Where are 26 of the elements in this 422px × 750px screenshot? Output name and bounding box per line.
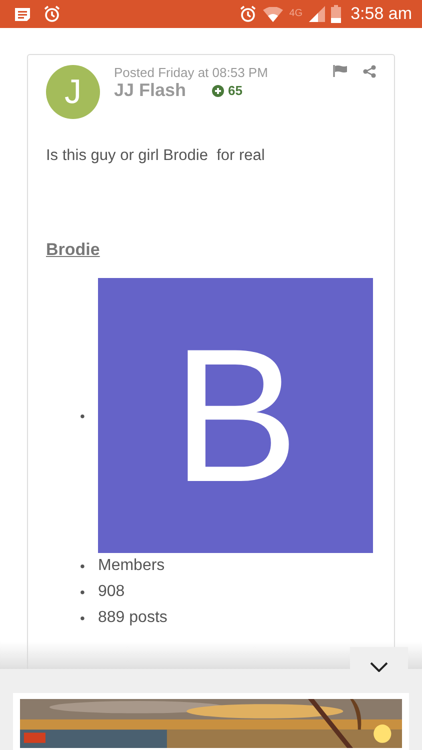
post-date: Posted Friday at 08:53 PM [114, 65, 269, 80]
profile-link[interactable]: Brodie [46, 240, 100, 260]
bullet: • [80, 557, 86, 576]
wifi-icon [263, 6, 284, 22]
bullet: • [80, 406, 86, 426]
share-icon[interactable] [363, 65, 376, 78]
signal-icon [308, 6, 325, 22]
author-name[interactable]: JJ Flash [114, 80, 186, 101]
message-icon [14, 6, 31, 22]
ad-banner[interactable] [13, 693, 409, 750]
profile-detail: Members [98, 556, 165, 576]
bullet: • [80, 609, 86, 628]
alarm-icon [43, 5, 61, 23]
alarm-icon [239, 5, 258, 23]
reputation-score: 65 [212, 83, 243, 98]
bullet: • [80, 583, 86, 602]
battery-icon [330, 5, 341, 23]
network-type: 4G [289, 8, 303, 19]
profile-detail: 889 posts [98, 608, 168, 628]
flag-icon[interactable] [333, 65, 347, 77]
clock-time: 3:58 am [350, 4, 412, 24]
profile-avatar[interactable]: B [98, 278, 373, 553]
plus-icon [212, 84, 224, 96]
profile-detail: 908 [98, 582, 125, 602]
post-text: Is this guy or girl Brodie for real [46, 147, 266, 165]
chevron-down-icon [370, 662, 388, 672]
